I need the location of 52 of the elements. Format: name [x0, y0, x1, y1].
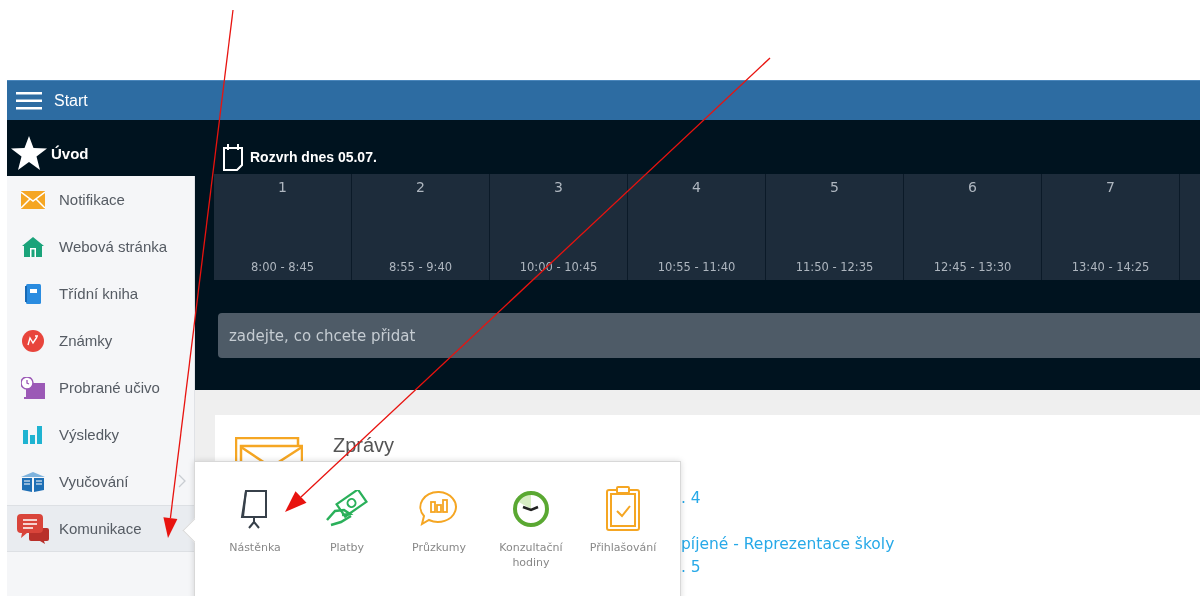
period-time: 12:45 - 13:30	[933, 260, 1012, 274]
period-time: 8:55 - 9:40	[388, 260, 453, 274]
clock-icon	[512, 490, 550, 528]
period-number: 7	[1106, 179, 1115, 195]
header-title: Start	[54, 91, 88, 110]
home-item[interactable]: Úvod	[7, 130, 195, 176]
period-number: 6	[968, 179, 977, 195]
period-time: 11:50 - 12:35	[795, 260, 874, 274]
period-cell[interactable]: 2 8:55 - 9:40	[352, 174, 490, 280]
hand-money-icon	[325, 490, 369, 528]
chart-bubble-icon	[419, 490, 459, 528]
period-time: 13:40 - 14:25	[1071, 260, 1150, 274]
envelope-icon	[21, 190, 45, 209]
bar-chart-icon	[23, 425, 43, 444]
period-number: 1	[278, 179, 287, 195]
house-icon	[22, 236, 44, 257]
period-number: 5	[830, 179, 839, 195]
star-icon	[11, 136, 47, 170]
submenu-item[interactable]: Nástěnka	[209, 486, 301, 596]
period-cell[interactable]: 6 12:45 - 13:30	[904, 174, 1042, 280]
menu-icon	[16, 91, 42, 110]
period-cell[interactable]: 1 8:00 - 8:45	[214, 174, 352, 280]
schedule-title: Rozvrh dnes 05.07.	[250, 149, 377, 165]
flipchart-icon	[240, 489, 270, 529]
submenu-item[interactable]: Průzkumy	[393, 486, 485, 596]
sidebar-item[interactable]: Výsledky	[7, 411, 194, 458]
grade-icon	[22, 329, 44, 352]
quick-add-field[interactable]: zadejte, co chcete přidat	[218, 313, 1200, 358]
period-number: 4	[692, 179, 701, 195]
sidebar-item[interactable]: Notifikace	[7, 176, 194, 223]
period-time: 10:55 - 11:40	[657, 260, 736, 274]
sidebar-item[interactable]: Známky	[7, 317, 194, 364]
period-cell[interactable]: 5 11:50 - 12:35	[766, 174, 904, 280]
screen-clock-icon	[21, 376, 45, 399]
sidebar-item[interactable]: Webová stránka	[7, 223, 194, 270]
sidebar-item[interactable]: Probrané učivo	[7, 364, 194, 411]
period-number: 3	[554, 179, 563, 195]
sidebar-item[interactable]: Komunikace	[7, 505, 194, 552]
sidebar-item[interactable]: Vyučování	[7, 458, 194, 505]
period-number: 2	[416, 179, 425, 195]
period-time: 8:00 - 8:45	[250, 260, 315, 274]
notebook-icon	[25, 283, 41, 304]
submenu-item[interactable]: Platby	[301, 486, 393, 596]
sidebar-item[interactable]: Třídní kniha	[7, 270, 194, 317]
clipboard-icon	[605, 486, 641, 532]
period-cell[interactable]: 7 13:40 - 14:25	[1042, 174, 1180, 280]
submenu-item[interactable]: Přihlašování	[577, 486, 669, 596]
submenu-item[interactable]: Konzultační hodiny	[485, 486, 577, 596]
chat-bubbles-icon	[17, 513, 49, 544]
book-icon	[21, 471, 45, 492]
period-cell[interactable]: 4 10:55 - 11:40	[628, 174, 766, 280]
calendar-icon	[222, 143, 244, 171]
